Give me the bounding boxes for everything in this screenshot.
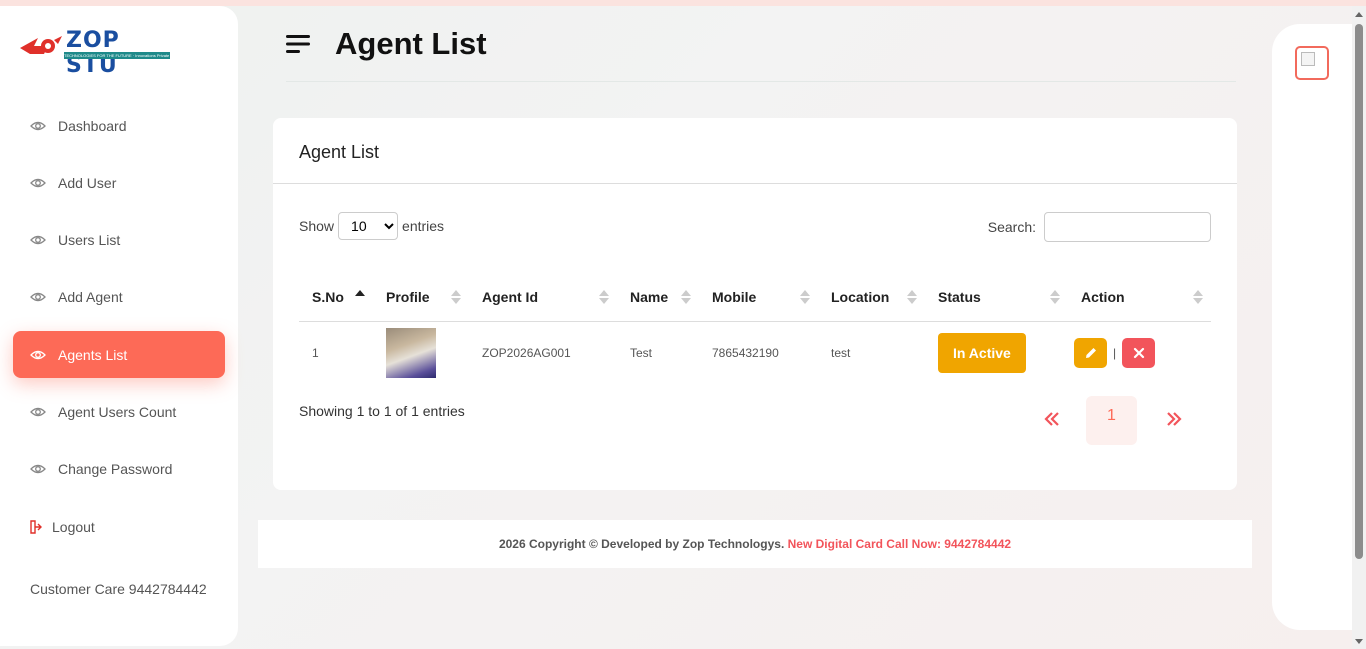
footer-copyright: 2026 Copyright © Developed by Zop Techno… (498, 537, 785, 551)
entries-label: entries (402, 218, 445, 234)
sidebar-item-change-password[interactable]: Change Password (13, 446, 225, 493)
sort-icon (1193, 290, 1203, 304)
page-size-select[interactable]: 10 25 50 100 (338, 212, 399, 240)
pencil-icon (1085, 348, 1096, 359)
footer-highlight-link[interactable]: New Digital Card Call Now: 9442784442 (788, 537, 1011, 551)
search-control: Search: (988, 212, 1211, 242)
column-header-name[interactable]: Name (617, 273, 699, 322)
double-chevron-left-icon[interactable] (1043, 410, 1061, 428)
sidebar-item-logout[interactable]: Logout (13, 503, 225, 550)
column-header-status[interactable]: Status (925, 273, 1068, 322)
eye-icon (30, 289, 46, 305)
footer: 2026 Copyright © Developed by Zop Techno… (258, 520, 1252, 568)
sidebar-item-add-user[interactable]: Add User (13, 159, 225, 206)
sidebar-item-label: Add Agent (58, 289, 123, 306)
cell-mobile: 7865432190 (712, 346, 779, 361)
cell-location: test (831, 346, 851, 361)
cell-status: In Active (925, 321, 1068, 385)
sidebar: ZOP STU TECHNOLOGIES FOR THE FUTURE · In… (0, 6, 238, 646)
sidebar-item-agent-users-count[interactable]: Agent Users Count (13, 388, 225, 435)
eye-icon (30, 232, 46, 248)
broken-image-icon (1301, 52, 1315, 66)
eye-icon (30, 461, 46, 477)
column-header-agent-id[interactable]: Agent Id (469, 273, 617, 322)
sort-icon (599, 290, 609, 304)
sidebar-item-label: Users List (58, 232, 121, 249)
header-divider (286, 81, 1236, 82)
sidebar-item-label: Agents List (58, 346, 128, 363)
double-chevron-right-icon[interactable] (1165, 410, 1183, 428)
sort-icon (907, 290, 917, 304)
column-header-mobile[interactable]: Mobile (699, 273, 818, 322)
card-divider (273, 183, 1237, 184)
column-header-profile[interactable]: Profile (373, 273, 469, 322)
sidebar-item-add-agent[interactable]: Add Agent (13, 274, 225, 321)
eye-icon (30, 175, 46, 191)
page-size-control: Show 10 25 50 100 entries (299, 212, 444, 240)
logout-icon (30, 519, 42, 535)
sort-asc-icon (355, 290, 365, 296)
hamburger-menu-icon[interactable] (286, 34, 310, 54)
sort-icon (1050, 290, 1060, 304)
sort-icon (681, 290, 691, 304)
close-icon (1133, 348, 1144, 359)
agent-table: S.No Profile Agent Id Name Mobile Locati… (299, 273, 1211, 385)
sidebar-item-label: Agent Users Count (58, 403, 177, 420)
sidebar-item-label: Change Password (58, 461, 173, 478)
sidebar-item-agents-list[interactable]: Agents List (13, 331, 225, 379)
avatar[interactable] (1295, 46, 1329, 80)
search-label: Search: (987, 219, 1036, 235)
sidebar-item-label: Add User (58, 174, 117, 191)
show-label: Show (299, 218, 335, 234)
page-number-button[interactable]: 1 (1086, 396, 1137, 445)
cell-action: | (1068, 321, 1211, 385)
sidebar-item-label: Dashboard (58, 117, 127, 134)
brand-logo[interactable]: ZOP STU TECHNOLOGIES FOR THE FUTURE · In… (18, 28, 178, 78)
eye-icon (30, 347, 46, 363)
profile-thumbnail[interactable] (386, 328, 436, 379)
column-header-location[interactable]: Location (818, 273, 925, 322)
action-separator: | (1113, 346, 1117, 361)
table-row: 1 ZOP2026AG001 Test 7865432190 test In A… (299, 321, 1211, 385)
sidebar-item-dashboard[interactable]: Dashboard (13, 102, 225, 149)
scroll-thumb[interactable] (1355, 24, 1363, 559)
delete-button[interactable] (1122, 338, 1156, 369)
sidebar-item-label: Logout (52, 518, 95, 535)
table-info: Showing 1 to 1 of 1 entries (299, 403, 465, 419)
scroll-down-arrow-icon[interactable] (1355, 639, 1363, 644)
eye-icon (30, 118, 46, 134)
cell-profile (373, 321, 469, 385)
sidebar-item-users-list[interactable]: Users List (13, 217, 225, 264)
cell-agent-id: ZOP2026AG001 (482, 346, 571, 361)
status-toggle-button[interactable]: In Active (938, 333, 1026, 374)
sort-icon (451, 290, 461, 304)
column-header-sno[interactable]: S.No (299, 273, 373, 322)
card-title: Agent List (299, 142, 380, 162)
cell-sno: 1 (312, 346, 319, 361)
sidebar-nav: Dashboard Add User Users List Add Agent … (13, 102, 225, 560)
cell-name: Test (630, 346, 653, 361)
table-header-row: S.No Profile Agent Id Name Mobile Locati… (299, 273, 1211, 322)
scrollbar[interactable] (1352, 6, 1366, 649)
customer-care: Customer Care 9442784442 (30, 581, 207, 597)
brand-tagline: TECHNOLOGIES FOR THE FUTURE · Innovation… (64, 52, 170, 59)
scroll-up-arrow-icon[interactable] (1355, 12, 1363, 17)
eye-icon (30, 404, 46, 420)
search-input[interactable] (1044, 212, 1211, 242)
sort-icon (800, 290, 810, 304)
pagination: 1 (1033, 396, 1193, 446)
column-header-action[interactable]: Action (1068, 273, 1211, 322)
logo-mark-icon (20, 36, 62, 54)
page-title: Agent List (335, 26, 487, 61)
agent-list-card: Agent List Show 10 25 50 100 entries Sea… (273, 118, 1237, 490)
edit-button[interactable] (1074, 338, 1107, 369)
